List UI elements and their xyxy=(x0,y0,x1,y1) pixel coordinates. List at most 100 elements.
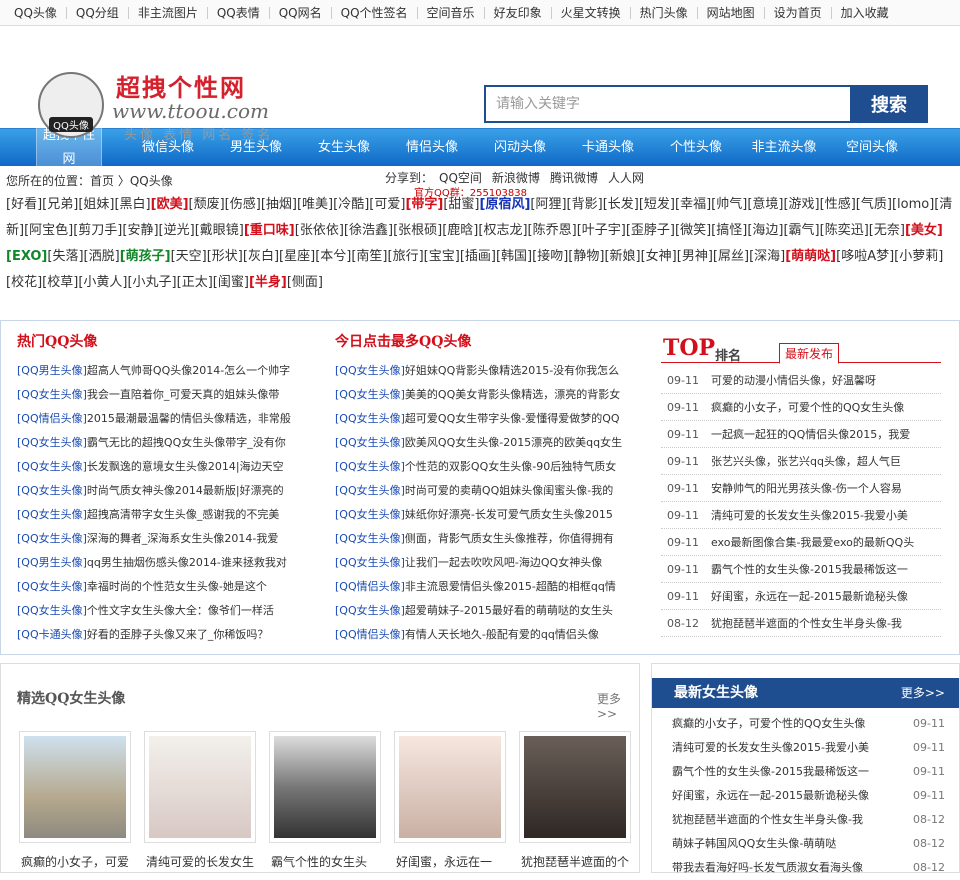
nav-item[interactable]: 情侣头像 xyxy=(388,136,476,160)
list-item-title[interactable]: 超拽高清带字女生头像_感谢我的不完美 xyxy=(87,508,280,521)
top-item-title[interactable]: 疯癫的小女子，可爱个性的QQ女生头像 xyxy=(711,401,904,414)
tag-link[interactable]: [海边] xyxy=(747,223,783,238)
pick-thumbnail[interactable] xyxy=(144,731,256,843)
list-item-category[interactable]: [QQ女生头像] xyxy=(17,484,87,497)
list-item[interactable]: [QQ女生头像]霸气无比的超拽QQ女生头像带字_没有你 xyxy=(17,431,307,455)
top-item[interactable]: 09-11 霸气个性的女生头像-2015我最稀饭这一 xyxy=(661,556,941,583)
site-logo[interactable]: QQ头像 超拽个性网 www.ttoou.com 头像 表情 网名 签名 xyxy=(38,44,278,144)
nav-item[interactable]: 空间头像 xyxy=(828,136,916,160)
top-item[interactable]: 09-11 好闺蜜，永远在一起-2015最新诡秘头像 xyxy=(661,583,941,610)
tag-link[interactable]: [小萝莉] xyxy=(894,249,943,264)
tag-link[interactable]: [陈奕迅] xyxy=(820,223,869,238)
tag-link[interactable]: [美女] xyxy=(905,223,943,238)
pick-caption[interactable]: 清纯可爱的长发女生 xyxy=(146,853,276,870)
list-item-title[interactable]: 幸福时尚的个性范女生头像-她是这个 xyxy=(87,580,267,593)
list-item-category[interactable]: [QQ女生头像] xyxy=(17,388,87,401)
tag-link[interactable]: [新娘] xyxy=(604,249,640,264)
tag-link[interactable]: [重口味] xyxy=(244,223,295,238)
list-item-category[interactable]: [QQ女生头像] xyxy=(335,364,405,377)
tag-link[interactable]: [旅行] xyxy=(388,249,424,264)
tag-link[interactable]: [张根硕] xyxy=(393,223,442,238)
tag-link[interactable]: [南笙] xyxy=(351,249,387,264)
tag-link[interactable]: [背影] xyxy=(567,197,603,212)
tag-link[interactable]: [形状] xyxy=(207,249,243,264)
list-item-title[interactable]: 美美的QQ美女背影头像精选，漂亮的背影女 xyxy=(405,388,620,401)
list-item-title[interactable]: 超高人气帅哥QQ头像2014-怎么一个帅字 xyxy=(87,364,290,377)
tag-link[interactable]: [无奈] xyxy=(869,223,905,238)
top-item[interactable]: 09-11 exo最新图像合集-我最爱exo的最新QQ头 xyxy=(661,529,941,556)
list-item[interactable]: [QQ女生头像]欧美风QQ女生头像-2015漂亮的欧美qq女生 xyxy=(335,431,635,455)
tag-link[interactable]: [姐妹] xyxy=(78,197,114,212)
list-item-title[interactable]: 好姐妹QQ背影头像精选2015-没有你我怎么 xyxy=(405,364,619,377)
tag-link[interactable]: [剪刀手] xyxy=(73,223,122,238)
tag-link[interactable]: [微笑] xyxy=(675,223,711,238)
tag-link[interactable]: [霸气] xyxy=(783,223,819,238)
list-item-category[interactable]: [QQ女生头像] xyxy=(17,604,87,617)
list-item-title[interactable]: qq男生抽烟伤感头像2014-谁来拯救我对 xyxy=(87,556,287,569)
tag-link[interactable]: [性感] xyxy=(820,197,856,212)
top-link[interactable]: 热门头像 xyxy=(631,6,698,19)
top-item[interactable]: 08-12 犹抱琵琶半遮面的个性女生半身头像-我 xyxy=(661,610,941,637)
top-link[interactable]: 空间音乐 xyxy=(418,6,485,19)
top-item-title[interactable]: exo最新图像合集-我最爱exo的最新QQ头 xyxy=(711,536,914,549)
list-item-category[interactable]: [QQ女生头像] xyxy=(335,436,405,449)
list-item-category[interactable]: [QQ卡通头像] xyxy=(17,628,87,641)
tag-link[interactable]: [张依依] xyxy=(295,223,344,238)
tag-link[interactable]: [静物] xyxy=(568,249,604,264)
tag-link[interactable]: [冷酷] xyxy=(333,197,369,212)
latest-item-title[interactable]: 好闺蜜，永远在一起-2015最新诡秘头像 xyxy=(672,789,869,802)
tag-link[interactable]: [黑白] xyxy=(114,197,150,212)
list-item-title[interactable]: 时尚可爱的卖萌QQ姐妹头像闺蜜头像-我的 xyxy=(405,484,613,497)
pick-caption[interactable]: 霸气个性的女生头 xyxy=(271,853,401,870)
list-item[interactable]: [QQ女生头像]超可爱QQ女生带字头像-爱懂得爱做梦的QQ xyxy=(335,407,635,431)
list-item-category[interactable]: [QQ情侣头像] xyxy=(335,628,405,641)
list-item-title[interactable]: 好看的歪脖子头像又来了_你稀饭吗？ xyxy=(87,628,269,641)
latest-item[interactable]: 疯癫的小女子，可爱个性的QQ女生头像 09-11 xyxy=(652,712,959,736)
tag-link[interactable]: [半身] xyxy=(249,275,287,290)
tag-link[interactable]: [EXO] xyxy=(6,249,47,264)
search-input[interactable]: 请输入关键字 xyxy=(484,85,850,123)
pick-thumbnail[interactable] xyxy=(269,731,381,843)
list-item-title[interactable]: 非主流恩爱情侣头像2015-超酷的相框qq情 xyxy=(405,580,616,593)
tag-link[interactable]: [哆啦A梦] xyxy=(836,249,894,264)
tag-link[interactable]: [天空] xyxy=(171,249,207,264)
list-item-title[interactable]: 霸气无比的超拽QQ女生头像带字_没有你 xyxy=(87,436,286,449)
list-item-category[interactable]: [QQ女生头像] xyxy=(335,604,405,617)
tag-link[interactable]: [欧美] xyxy=(151,197,189,212)
list-item-category[interactable]: [QQ女生头像] xyxy=(17,436,87,449)
pick-caption[interactable]: 疯癫的小女子，可爱 xyxy=(21,853,151,870)
latest-item[interactable]: 带我去看海好吗-长发气质淑女看海头像 08-12 xyxy=(652,856,959,880)
latest-item-title[interactable]: 犹抱琵琶半遮面的个性女生半身头像-我 xyxy=(672,813,863,826)
latest-item-title[interactable]: 疯癫的小女子，可爱个性的QQ女生头像 xyxy=(672,717,865,730)
tab-latest[interactable]: 最新发布 xyxy=(779,343,840,364)
top-item-title[interactable]: 张艺兴头像，张艺兴qq头像，超人气巨 xyxy=(711,455,901,468)
list-item[interactable]: [QQ女生头像]长发飘逸的意境女生头像2014|海边天空 xyxy=(17,455,307,479)
tag-link[interactable]: [失落] xyxy=(47,249,83,264)
top-link[interactable]: QQ头像 xyxy=(6,6,67,19)
tag-link[interactable]: [幸福] xyxy=(675,197,711,212)
list-item[interactable]: [QQ男生头像]qq男生抽烟伤感头像2014-谁来拯救我对 xyxy=(17,551,307,575)
tag-link[interactable]: [伤感] xyxy=(225,197,261,212)
tag-link[interactable]: [搞怪] xyxy=(711,223,747,238)
tag-link[interactable]: [鹿晗] xyxy=(442,223,478,238)
tag-link[interactable]: [接吻] xyxy=(532,249,568,264)
search-button[interactable]: 搜索 xyxy=(850,85,928,123)
list-item-category[interactable]: [QQ情侣头像] xyxy=(335,580,405,593)
tag-link[interactable]: [校花] xyxy=(6,275,42,290)
latest-item-title[interactable]: 萌妹子韩国风QQ女生头像-萌萌哒 xyxy=(672,837,836,850)
share-link[interactable]: 人人网 xyxy=(608,171,644,185)
latest-item-title[interactable]: 带我去看海好吗-长发气质淑女看海头像 xyxy=(672,861,863,874)
tag-link[interactable]: [闺蜜] xyxy=(213,275,249,290)
top-link[interactable]: 设为首页 xyxy=(765,6,832,19)
tag-link[interactable]: [可爱] xyxy=(369,197,405,212)
pick-thumbnail[interactable] xyxy=(19,731,131,843)
list-item[interactable]: [QQ女生头像]超爱萌妹子-2015最好看的萌萌哒的女生头 xyxy=(335,599,635,623)
list-item-title[interactable]: 妹纸你好漂亮-长发可爱气质女生头像2015 xyxy=(405,508,613,521)
tag-link[interactable]: [校草] xyxy=(42,275,78,290)
tag-link[interactable]: [阿狸] xyxy=(530,197,566,212)
tag-link[interactable]: [本兮] xyxy=(315,249,351,264)
tag-link[interactable]: [好看] xyxy=(6,197,42,212)
tag-link[interactable]: [深海] xyxy=(749,249,785,264)
tag-link[interactable]: [宝宝] xyxy=(424,249,460,264)
nav-item[interactable]: 卡通头像 xyxy=(564,136,652,160)
